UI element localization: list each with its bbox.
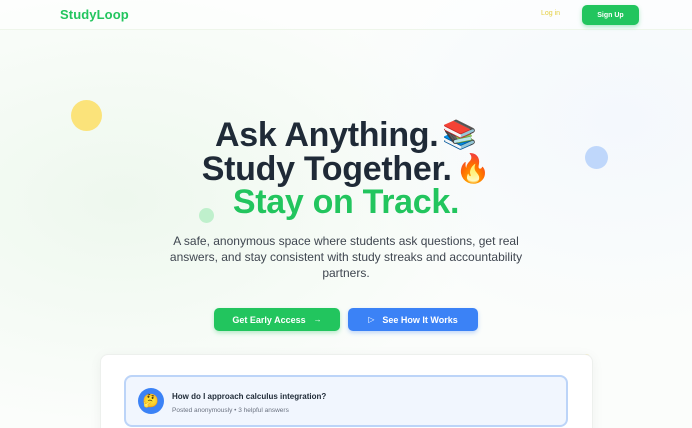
signup-button[interactable]: Sign Up	[582, 5, 639, 25]
see-how-it-works-button[interactable]: ▷ See How It Works	[348, 308, 478, 331]
fire-emoji-icon: 🔥	[455, 153, 491, 184]
see-how-it-works-label: See How It Works	[382, 314, 458, 325]
login-link[interactable]: Log in	[541, 10, 560, 17]
headline-line1-text: Ask Anything.	[215, 116, 439, 154]
question-meta: Posted anonymously • 3 helpful answers	[172, 407, 289, 414]
thinking-face-avatar-icon: 🤔	[138, 388, 164, 414]
hero-headline-line1: Ask Anything. 📚	[0, 117, 692, 153]
play-icon: ▷	[368, 315, 375, 324]
hero-headline-line3: Stay on Track.	[0, 185, 692, 220]
get-early-access-label: Get Early Access	[232, 314, 306, 325]
hero-subtext: A safe, anonymous space where students a…	[169, 234, 523, 280]
books-emoji-icon: 📚	[442, 119, 477, 150]
headline-line3-text: Stay on Track.	[232, 183, 460, 221]
question-card[interactable]	[124, 375, 568, 427]
get-early-access-button[interactable]: Get Early Access →	[214, 308, 340, 331]
studyloop-logo[interactable]: StudyLoop	[60, 7, 129, 22]
arrow-right-icon: →	[313, 315, 322, 324]
top-navbar: StudyLoop Log in Sign Up	[0, 0, 692, 30]
question-title[interactable]: How do I approach calculus integration?	[172, 392, 326, 401]
hero-headline-line2: Study Together. 🔥	[0, 151, 692, 187]
